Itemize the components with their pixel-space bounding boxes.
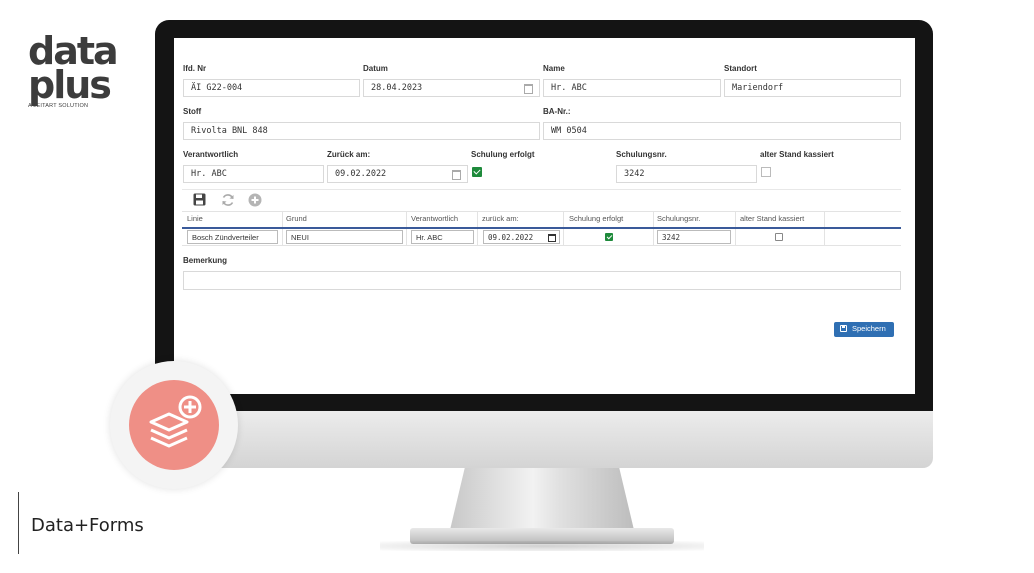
- grid-cell-linie[interactable]: Bosch Zündverteiler: [187, 230, 278, 244]
- monitor-stand-neck: [450, 468, 634, 530]
- name-input[interactable]: Hr. ABC: [543, 79, 721, 97]
- label-ba-nr: BA-Nr.:: [543, 107, 571, 116]
- badge: [129, 380, 219, 470]
- datum-value: 28.04.2023: [371, 83, 423, 93]
- label-alter-stand: alter Stand kassiert: [760, 150, 834, 159]
- grid-row-border: [182, 245, 901, 246]
- grid-cell-zurueck-am-value: 09.02.2022: [488, 233, 534, 242]
- lfd-nr-input[interactable]: ÄI G22-004: [183, 79, 360, 97]
- grid-header-underline: [182, 227, 901, 229]
- datum-input[interactable]: 28.04.2023: [363, 79, 540, 97]
- save-button-label: Speichern: [852, 324, 886, 333]
- calendar-icon[interactable]: [548, 234, 556, 242]
- zurueck-am-value: 09.02.2022: [335, 169, 387, 179]
- grid-col-separator: [563, 212, 564, 245]
- label-schulung-erfolgt: Schulung erfolgt: [471, 150, 535, 159]
- grid-header-linie: Linie: [187, 214, 203, 223]
- grid-header-schulungsnr: Schulungsnr.: [657, 214, 701, 223]
- grid-col-separator: [282, 212, 283, 245]
- calendar-icon[interactable]: [524, 84, 533, 94]
- grid-cell-schulung-checkbox[interactable]: [605, 233, 613, 241]
- grid-cell-alter-stand-checkbox[interactable]: [775, 233, 783, 241]
- label-bemerkung: Bemerkung: [183, 256, 228, 265]
- label-schulungsnr: Schulungsnr.: [616, 150, 667, 159]
- monitor-chin: [155, 411, 933, 468]
- product-name: Data+Forms: [31, 515, 144, 536]
- schulung-erfolgt-checkbox[interactable]: [472, 167, 482, 177]
- grid-header-alter-stand: alter Stand kassiert: [740, 214, 805, 223]
- schulungsnr-input[interactable]: 3242: [616, 165, 757, 183]
- zurueck-am-input[interactable]: 09.02.2022: [327, 165, 468, 183]
- section-divider: [182, 189, 901, 190]
- alter-stand-checkbox[interactable]: [761, 167, 771, 177]
- grid-col-separator: [653, 212, 654, 245]
- save-button[interactable]: Speichern: [834, 322, 894, 337]
- grid-header-zurueck-am: zurück am:: [482, 214, 519, 223]
- label-standort: Standort: [724, 64, 757, 73]
- grid-cell-grund[interactable]: NEUI: [286, 230, 403, 244]
- grid-col-separator: [824, 212, 825, 245]
- grid-header-grund: Grund: [286, 214, 307, 223]
- grid-header-schulung-erfolgt: Schulung erfolgt: [569, 214, 624, 223]
- label-lfd-nr: lfd. Nr: [183, 64, 207, 73]
- grid-cell-schulungsnr[interactable]: 3242: [657, 230, 731, 244]
- label-verantwortlich: Verantwortlich: [183, 150, 239, 159]
- save-icon: [840, 325, 847, 332]
- grid-col-separator: [406, 212, 407, 245]
- bemerkung-input[interactable]: [183, 271, 901, 290]
- standort-input[interactable]: Mariendorf: [724, 79, 901, 97]
- grid-col-separator: [735, 212, 736, 245]
- grid-col-separator: [477, 212, 478, 245]
- divider-line: [18, 492, 19, 554]
- label-datum: Datum: [363, 64, 388, 73]
- dataplus-logo: data plus A LEITART SOLUTION: [28, 32, 119, 109]
- layers-add-icon: [149, 395, 202, 448]
- ba-nr-input[interactable]: WM 0504: [543, 122, 901, 140]
- verantwortlich-input[interactable]: Hr. ABC: [183, 165, 324, 183]
- add-circle-icon[interactable]: [248, 193, 262, 207]
- calendar-icon[interactable]: [452, 170, 461, 180]
- logo-line-2: plus: [28, 63, 112, 107]
- refresh-icon[interactable]: [221, 193, 235, 207]
- grid-header-verantwortlich: Verantwortlich: [411, 214, 459, 223]
- label-stoff: Stoff: [183, 107, 202, 116]
- label-name: Name: [543, 64, 565, 73]
- label-zurueck-am: Zurück am:: [327, 150, 371, 159]
- grid-cell-zurueck-am[interactable]: 09.02.2022: [483, 230, 560, 244]
- save-icon[interactable]: [193, 193, 206, 206]
- monitor-shadow: [380, 541, 704, 551]
- stoff-input[interactable]: Rivolta BNL 848: [183, 122, 540, 140]
- grid-cell-verantwortlich[interactable]: Hr. ABC: [411, 230, 474, 244]
- grid-top-border: [182, 211, 901, 212]
